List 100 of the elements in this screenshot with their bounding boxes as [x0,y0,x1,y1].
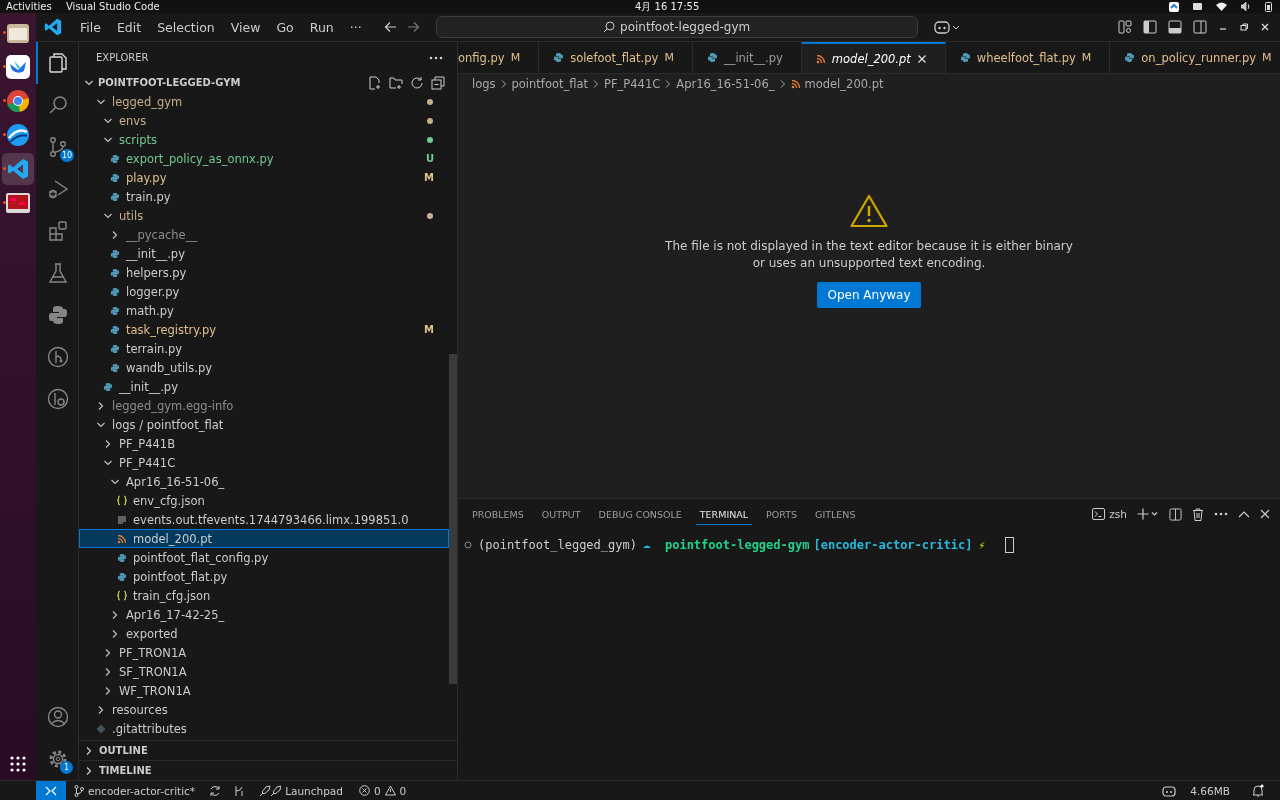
tree-item[interactable]: env_cfg.json [79,491,449,510]
editor-tab[interactable]: model_200.pt [801,42,946,73]
tree-item[interactable]: pointfoot_flat.py [79,567,449,586]
robot-icon[interactable] [933,20,960,34]
wifi-icon[interactable] [1216,2,1227,11]
editor-tab[interactable]: solefoot_flat.py M [539,42,693,73]
tree-item[interactable]: model_200.pt [79,529,449,548]
tree-item[interactable]: train_cfg.json [79,586,449,605]
close-icon[interactable] [1260,509,1270,519]
menu-item[interactable]: Go [268,19,302,35]
split-terminal-icon[interactable] [1169,507,1182,521]
editor-tab[interactable]: onfig.py M [458,42,540,73]
tree-item[interactable]: PF_P441B [79,434,449,453]
tree-item[interactable]: wandb_utils.py [79,358,449,377]
app-indicator-icon[interactable] [1169,1,1179,12]
clock[interactable]: 4月 16 17:55 [635,0,700,13]
tree-item[interactable]: helpers.py [79,263,449,282]
sidebar-toggle-icon[interactable] [1143,20,1157,34]
menu-item[interactable]: Run [301,19,342,35]
tree-item[interactable]: terrain.py [79,339,449,358]
more-actions-icon[interactable] [429,55,443,60]
tree-item[interactable]: task_registry.py M [79,320,449,339]
show-apps-icon[interactable] [10,756,26,772]
tree-item[interactable]: legged_gym.egg-info [79,396,449,415]
tree-item[interactable]: WF_TRON1A [79,681,449,700]
tree-item[interactable]: SF_TRON1A [79,662,449,681]
breadcrumb-item[interactable]: Apr16_16-51-06_ [676,77,775,91]
new-file-icon[interactable] [368,75,382,90]
editor-tab[interactable]: wheelfoot_flat.py M [945,42,1111,73]
menu-item[interactable]: Edit [108,19,150,35]
forward-arrow-icon[interactable] [406,21,420,33]
tree-item[interactable]: envs [79,111,449,130]
maximize-panel-icon[interactable] [1238,510,1250,518]
tree-item[interactable]: train.py [79,187,449,206]
section-header[interactable]: OUTLINE [79,740,457,760]
panel-toggle-icon[interactable] [1168,20,1182,34]
menu-item[interactable]: View [222,19,269,35]
tree-item[interactable]: pointfoot_flat_config.py [79,548,449,567]
editor-tab[interactable]: on_policy_runner.py M [1110,42,1280,73]
panel-tab[interactable]: PROBLEMS [468,503,528,525]
activities-button[interactable]: Activities [6,0,54,13]
battery-icon[interactable] [1265,1,1272,12]
panel-tab[interactable]: OUTPUT [537,503,585,525]
branch-status[interactable]: encoder-actor-critic* [66,784,204,797]
tree-item[interactable]: utils [79,206,449,225]
menu-item[interactable]: Selection [149,19,223,35]
tree-item[interactable]: .gitattributes [79,719,449,738]
trash-icon[interactable] [1192,507,1204,521]
remote-button[interactable] [36,781,66,800]
tree-item[interactable]: logger.py [79,282,449,301]
collapse-all-icon[interactable] [431,75,445,90]
back-arrow-icon[interactable] [383,21,397,33]
terminal-shell-tab[interactable]: zsh [1092,508,1127,520]
close-icon[interactable] [916,53,927,64]
problems-status[interactable]: 0 0 [350,784,415,797]
app-menu[interactable]: Visual Studio Code [66,0,160,13]
tree-item[interactable]: logs / pointfoot_flat [79,415,449,434]
breadcrumb-item[interactable]: pointfoot_flat [511,77,589,91]
panel-tab[interactable]: PORTS [762,503,802,525]
activity-bar-item[interactable]: 10 [36,126,78,168]
refresh-icon[interactable] [410,75,424,90]
breadcrumb-item[interactable]: model_200.pt [804,77,884,91]
tree-item[interactable]: scripts [79,130,449,149]
menu-item[interactable]: File [72,19,109,35]
breadcrumb-item[interactable]: logs [472,77,496,91]
activity-bar-item[interactable]: 1 [36,738,78,780]
close-icon[interactable] [1260,22,1270,32]
tree-item[interactable]: legged_gym [79,92,449,111]
tree-item[interactable]: Apr16_16-51-06_ [79,472,449,491]
sync-icon[interactable] [209,784,222,797]
secondary-sidebar-icon[interactable] [1193,20,1207,34]
command-center-field[interactable]: pointfoot-legged-gym [435,16,918,38]
volume-icon[interactable] [1241,2,1251,11]
tree-item[interactable]: events.out.tfevents.1744793466.limx.199851.0 [79,510,449,529]
tree-item[interactable]: __pycache__ [79,225,449,244]
notification-bell-icon[interactable] [1252,784,1264,797]
panel-tab[interactable]: DEBUG CONSOLE [594,503,686,525]
tree-item[interactable]: __init__.py [79,244,449,263]
tree-item[interactable]: export_policy_as_onnx.py U [79,149,449,168]
graph-icon[interactable] [233,784,246,797]
memory-status[interactable]: 4.66MB [1182,784,1238,797]
editor-tab[interactable]: __init__.py [692,42,802,73]
panel-tab[interactable]: TERMINAL [695,503,753,525]
tree-item[interactable]: PF_TRON1A [79,643,449,662]
scrollbar-thumb[interactable] [449,354,457,684]
breadcrumb-item[interactable]: PF_P441C [604,77,661,91]
layout-icon[interactable] [1118,20,1132,34]
menu-item[interactable]: ··· [341,19,370,35]
tree-item[interactable]: math.py [79,301,449,320]
restore-icon[interactable] [1239,22,1249,32]
robot-icon[interactable] [1162,784,1177,797]
tree-item[interactable]: exported [79,624,449,643]
launchpad-status[interactable]: Launchpad [251,784,351,797]
add-terminal-icon[interactable] [1137,508,1159,520]
more-actions-icon[interactable] [1214,512,1228,516]
tree-item[interactable]: PF_P441C [79,453,449,472]
panel-tab[interactable]: GITLENS [811,503,860,525]
tree-item[interactable]: Apr16_17-42-25_ [79,605,449,624]
open-anyway-button[interactable]: Open Anyway [817,282,921,308]
tree-item[interactable]: play.py M [79,168,449,187]
